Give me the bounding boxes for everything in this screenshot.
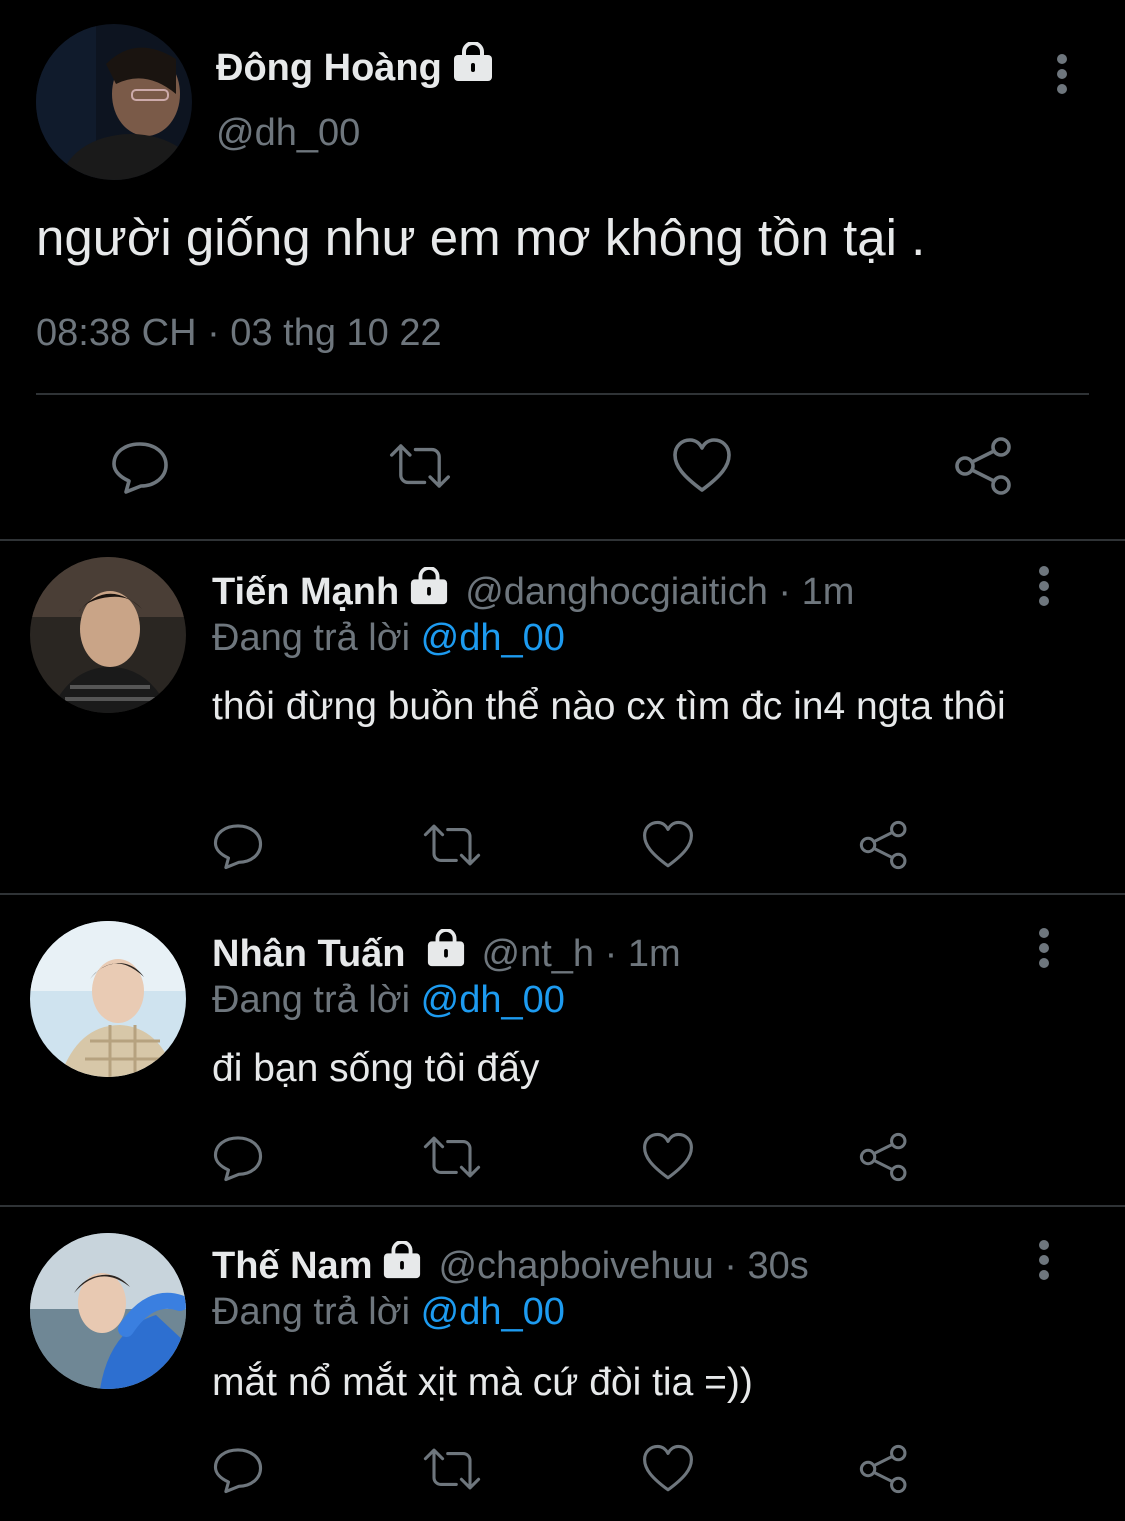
retweet-icon[interactable] (420, 1125, 484, 1189)
share-icon[interactable] (852, 813, 916, 877)
reply-text: đi bạn sống tôi đấy (212, 1047, 540, 1090)
reply-header: Thế Nam @chapboivehuu · 30s (212, 1240, 809, 1291)
author-avatar[interactable] (36, 24, 192, 180)
mention-link[interactable]: @dh_00 (421, 1291, 565, 1333)
tweet-timestamp[interactable]: 08:38 CH · 03 thg 10 22 (36, 312, 442, 355)
reply-author-name[interactable]: Nhân Tuấn (212, 933, 406, 976)
avatar[interactable] (30, 1233, 186, 1389)
heart-icon[interactable] (636, 1125, 700, 1189)
reply-text: mắt nổ mắt xịt mà cứ đòi tia =)) (212, 1361, 753, 1404)
lock-icon (409, 566, 449, 617)
reply-handle-time[interactable]: @nt_h · 1m (482, 933, 681, 976)
reply-text: thôi đừng buồn thể nào cx tìm đc in4 ngt… (212, 685, 1006, 728)
tweet-text: người giống như em mơ không tồn tại . (36, 209, 926, 266)
reply-author-name[interactable]: Thế Nam (212, 1245, 372, 1288)
retweet-icon[interactable] (420, 1437, 484, 1501)
replying-to-label: Đang trả lời (212, 979, 411, 1021)
lock-icon (426, 928, 466, 979)
author-name[interactable]: Đông Hoàng (216, 41, 494, 94)
author-name-text[interactable]: Đông Hoàng (216, 47, 442, 90)
replying-to: Đang trả lời @dh_00 (212, 979, 565, 1022)
heart-icon[interactable] (636, 813, 700, 877)
avatar[interactable] (30, 557, 186, 713)
share-icon[interactable] (852, 1437, 916, 1501)
retweet-icon[interactable] (388, 434, 452, 498)
more-vertical-icon[interactable] (1042, 44, 1082, 104)
reply-header: Nhân Tuấn @nt_h · 1m (212, 928, 681, 979)
reply-handle-time[interactable]: @danghocgiaitich · 1m (465, 571, 854, 614)
main-tweet: Đông Hoàng @dh_00 người giống như em mơ … (0, 0, 1125, 540)
mention-link[interactable]: @dh_00 (421, 617, 565, 659)
reply-author-name[interactable]: Tiến Mạnh (212, 571, 399, 614)
more-vertical-icon[interactable] (1024, 1230, 1064, 1290)
replying-to: Đang trả lời @dh_00 (212, 1291, 565, 1334)
share-icon[interactable] (952, 434, 1016, 498)
reply-icon[interactable] (206, 1125, 270, 1189)
share-icon[interactable] (852, 1125, 916, 1189)
more-vertical-icon[interactable] (1024, 918, 1064, 978)
lock-icon (452, 41, 494, 94)
reply-tweet[interactable]: Tiến Mạnh @danghocgiaitich · 1m Đang trả… (0, 541, 1125, 893)
reply-header: Tiến Mạnh @danghocgiaitich · 1m (212, 566, 854, 617)
reply-icon[interactable] (206, 1437, 270, 1501)
reply-icon[interactable] (108, 434, 172, 498)
lock-icon (382, 1240, 422, 1291)
reply-handle-time[interactable]: @chapboivehuu · 30s (438, 1245, 808, 1288)
avatar[interactable] (30, 921, 186, 1077)
more-vertical-icon[interactable] (1024, 556, 1064, 616)
replying-to-label: Đang trả lời (212, 1291, 411, 1333)
retweet-icon[interactable] (420, 813, 484, 877)
replying-to-label: Đang trả lời (212, 617, 411, 659)
author-handle[interactable]: @dh_00 (216, 112, 360, 155)
replying-to: Đang trả lời @dh_00 (212, 617, 565, 660)
reply-tweet[interactable]: Nhân Tuấn @nt_h · 1m Đang trả lời @dh_00… (0, 895, 1125, 1205)
reply-icon[interactable] (206, 813, 270, 877)
mention-link[interactable]: @dh_00 (421, 979, 565, 1021)
reply-tweet[interactable]: Thế Nam @chapboivehuu · 30s Đang trả lời… (0, 1207, 1125, 1521)
heart-icon[interactable] (636, 1437, 700, 1501)
divider (36, 393, 1089, 395)
heart-icon[interactable] (670, 434, 734, 498)
